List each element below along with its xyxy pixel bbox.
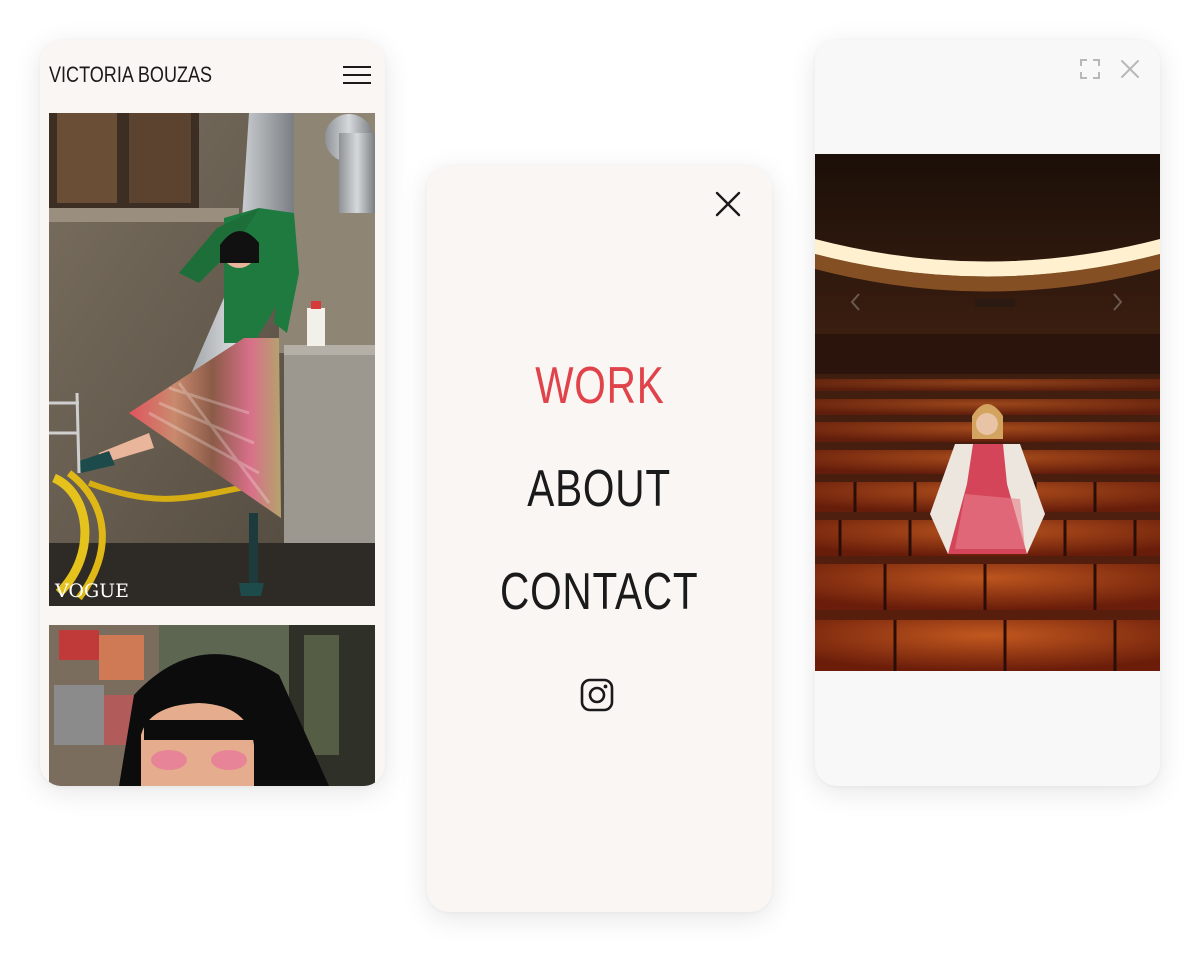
lightbox-photo-theater <box>815 154 1160 671</box>
menu-item-label: WORK <box>534 357 665 415</box>
close-icon[interactable] <box>714 190 742 218</box>
menu-item-label: CONTACT <box>500 563 699 621</box>
portfolio-photo-vogue[interactable]: VOGUE <box>49 113 375 606</box>
chevron-left-icon[interactable] <box>847 290 863 314</box>
chevron-right-icon[interactable] <box>1110 290 1126 314</box>
site-logo-text[interactable]: VICTORIA BOUZAS <box>49 62 212 88</box>
menu-item-work[interactable]: WORK <box>427 356 772 416</box>
fullscreen-icon[interactable] <box>1079 58 1101 80</box>
menu-item-contact[interactable]: CONTACT <box>427 562 772 622</box>
phone-menu-screen: WORK ABOUT CONTACT <box>427 166 772 912</box>
phone-portfolio-screen: VICTORIA BOUZAS VOGUE <box>40 40 385 786</box>
instagram-icon[interactable] <box>580 678 614 712</box>
phone-lightbox-screen <box>815 40 1160 786</box>
hamburger-icon[interactable] <box>343 66 371 86</box>
menu-item-label: ABOUT <box>527 460 672 518</box>
menu-item-about[interactable]: ABOUT <box>427 459 772 519</box>
close-icon[interactable] <box>1119 58 1141 80</box>
portfolio-photo-portrait[interactable] <box>49 625 375 786</box>
vogue-logo: VOGUE <box>55 580 130 602</box>
